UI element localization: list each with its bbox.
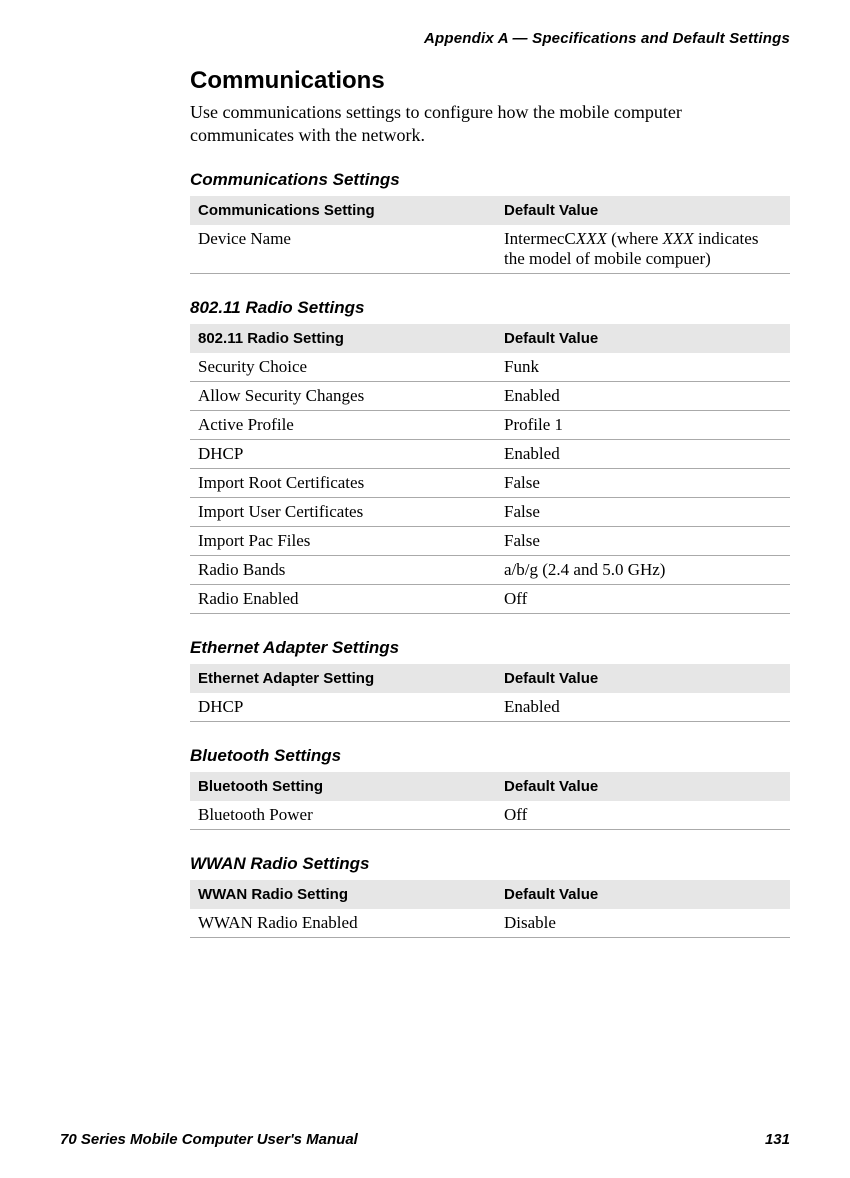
table-row: WWAN Radio EnabledDisable: [190, 909, 790, 938]
table-row: Active ProfileProfile 1: [190, 410, 790, 439]
col-default: Default Value: [496, 664, 790, 693]
cell-setting: Device Name: [190, 225, 496, 274]
table-row: Allow Security ChangesEnabled: [190, 381, 790, 410]
value-italic: XXX: [576, 229, 607, 248]
section-intro: Use communications settings to configure…: [190, 101, 790, 148]
table-row: Bluetooth PowerOff: [190, 801, 790, 830]
table-row: Radio EnabledOff: [190, 584, 790, 613]
cell-setting: Allow Security Changes: [190, 381, 496, 410]
cell-setting: Radio Bands: [190, 555, 496, 584]
cell-setting: Import Pac Files: [190, 526, 496, 555]
value-italic: XXX: [663, 229, 694, 248]
wwan-settings-table: WWAN Radio Setting Default Value WWAN Ra…: [190, 880, 790, 938]
ethernet-settings-table: Ethernet Adapter Setting Default Value D…: [190, 664, 790, 722]
cell-setting: Radio Enabled: [190, 584, 496, 613]
table-header-row: 802.11 Radio Setting Default Value: [190, 324, 790, 353]
value-prefix: IntermecC: [504, 229, 576, 248]
table-row: Device Name IntermecCXXX (where XXX indi…: [190, 225, 790, 274]
main-content: Communications Use communications settin…: [190, 67, 790, 938]
value-mid: (where: [607, 229, 663, 248]
cell-setting: WWAN Radio Enabled: [190, 909, 496, 938]
cell-value: Enabled: [496, 693, 790, 722]
col-setting: Communications Setting: [190, 196, 496, 225]
col-default: Default Value: [496, 880, 790, 909]
col-setting: Bluetooth Setting: [190, 772, 496, 801]
col-default: Default Value: [496, 324, 790, 353]
table-header-row: Communications Setting Default Value: [190, 196, 790, 225]
col-setting: Ethernet Adapter Setting: [190, 664, 496, 693]
section-title: Communications: [190, 67, 790, 95]
table-row: Radio Bandsa/b/g (2.4 and 5.0 GHz): [190, 555, 790, 584]
cell-value: IntermecCXXX (where XXX indicates the mo…: [496, 225, 790, 274]
cell-value: Funk: [496, 353, 790, 382]
communications-settings-table: Communications Setting Default Value Dev…: [190, 196, 790, 274]
table-row: DHCPEnabled: [190, 439, 790, 468]
table-row: DHCPEnabled: [190, 693, 790, 722]
table-row: Security ChoiceFunk: [190, 353, 790, 382]
cell-setting: DHCP: [190, 693, 496, 722]
ethernet-settings-title: Ethernet Adapter Settings: [190, 638, 790, 658]
page-footer: 70 Series Mobile Computer User's Manual …: [60, 1131, 790, 1148]
cell-value: a/b/g (2.4 and 5.0 GHz): [496, 555, 790, 584]
cell-setting: Bluetooth Power: [190, 801, 496, 830]
cell-value: Enabled: [496, 381, 790, 410]
wwan-settings-title: WWAN Radio Settings: [190, 854, 790, 874]
cell-setting: Security Choice: [190, 353, 496, 382]
table-row: Import Pac FilesFalse: [190, 526, 790, 555]
cell-value: Profile 1: [496, 410, 790, 439]
bluetooth-settings-title: Bluetooth Settings: [190, 746, 790, 766]
table-header-row: Bluetooth Setting Default Value: [190, 772, 790, 801]
table-header-row: Ethernet Adapter Setting Default Value: [190, 664, 790, 693]
cell-value: False: [496, 526, 790, 555]
col-default: Default Value: [496, 772, 790, 801]
table-row: Import User CertificatesFalse: [190, 497, 790, 526]
table-row: Import Root CertificatesFalse: [190, 468, 790, 497]
cell-value: False: [496, 468, 790, 497]
communications-settings-title: Communications Settings: [190, 170, 790, 190]
footer-manual-title: 70 Series Mobile Computer User's Manual: [60, 1131, 358, 1148]
bluetooth-settings-table: Bluetooth Setting Default Value Bluetoot…: [190, 772, 790, 830]
col-default: Default Value: [496, 196, 790, 225]
radio-settings-title: 802.11 Radio Settings: [190, 298, 790, 318]
radio-settings-table: 802.11 Radio Setting Default Value Secur…: [190, 324, 790, 614]
cell-setting: Import Root Certificates: [190, 468, 496, 497]
cell-value: Disable: [496, 909, 790, 938]
col-setting: WWAN Radio Setting: [190, 880, 496, 909]
footer-page-number: 131: [765, 1131, 790, 1148]
cell-value: Off: [496, 801, 790, 830]
cell-setting: Active Profile: [190, 410, 496, 439]
cell-setting: Import User Certificates: [190, 497, 496, 526]
col-setting: 802.11 Radio Setting: [190, 324, 496, 353]
appendix-header: Appendix A — Specifications and Default …: [60, 30, 790, 47]
cell-value: False: [496, 497, 790, 526]
table-header-row: WWAN Radio Setting Default Value: [190, 880, 790, 909]
cell-setting: DHCP: [190, 439, 496, 468]
cell-value: Off: [496, 584, 790, 613]
cell-value: Enabled: [496, 439, 790, 468]
